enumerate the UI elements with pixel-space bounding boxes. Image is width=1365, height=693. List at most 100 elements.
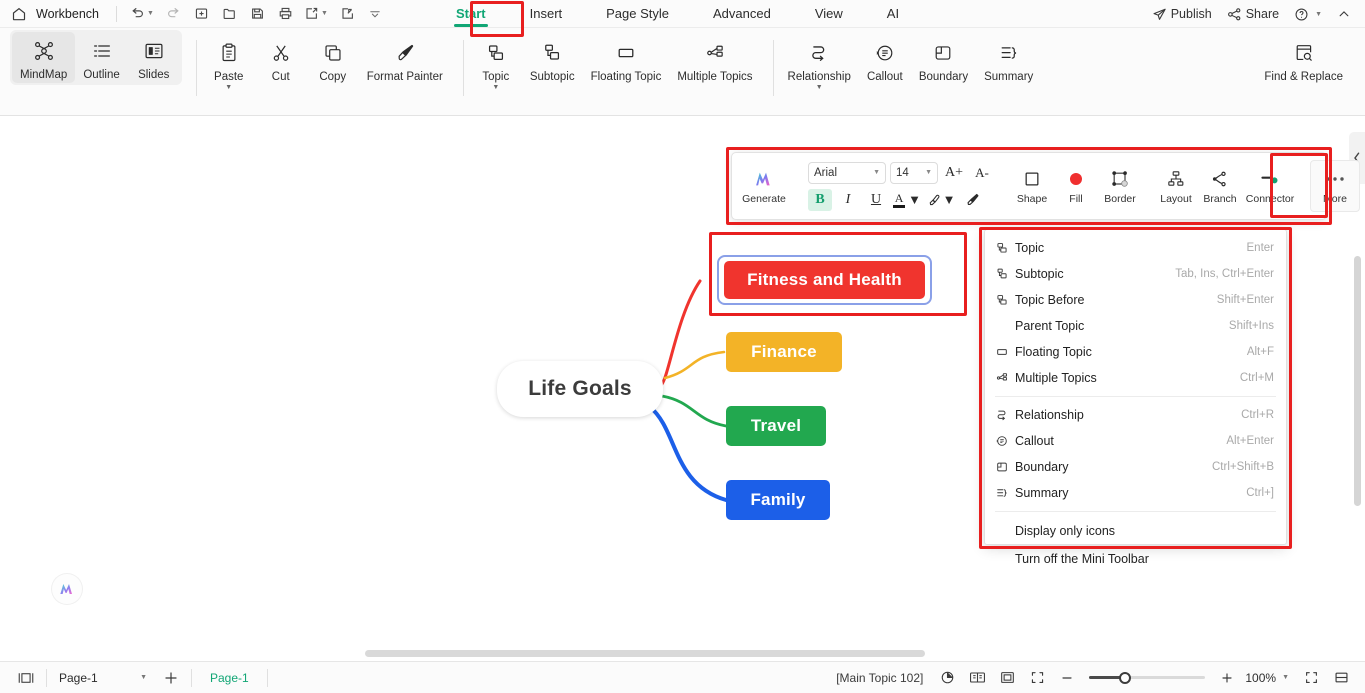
- tab-insert[interactable]: Insert: [508, 2, 585, 25]
- share-button[interactable]: Share: [1221, 4, 1285, 25]
- page-tab-page-1[interactable]: Page-1: [198, 671, 261, 685]
- help-button[interactable]: ▼: [1288, 4, 1328, 25]
- ribbon-boundary-button[interactable]: Boundary: [911, 34, 976, 85]
- customize-quick-access-button[interactable]: [362, 3, 388, 25]
- home-icon[interactable]: [10, 5, 28, 23]
- ribbon-copy-button[interactable]: Copy: [307, 34, 359, 85]
- fit-map-button[interactable]: [993, 666, 1021, 690]
- collapse-ribbon-button[interactable]: [1331, 4, 1357, 24]
- menu-item-label: Multiple Topics: [1015, 371, 1097, 385]
- book-view-button[interactable]: [963, 666, 991, 690]
- sidebar-toggle-button[interactable]: [12, 666, 40, 690]
- ribbon-multiple-topics-button[interactable]: Multiple Topics: [669, 34, 760, 85]
- chevron-down-icon[interactable]: ▼: [908, 192, 921, 207]
- border-button[interactable]: Border: [1098, 164, 1142, 208]
- publish-button[interactable]: Publish: [1146, 4, 1218, 25]
- zoom-percent-label[interactable]: 100%: [1245, 671, 1276, 685]
- highlight-color-button[interactable]: ▼: [926, 189, 956, 211]
- ribbon-mindmap-button[interactable]: MindMap: [12, 32, 76, 83]
- ribbon-floating-topic-button[interactable]: Floating Topic: [583, 34, 670, 85]
- ribbon-relationship-button[interactable]: Relationship ▼: [780, 34, 859, 93]
- shape-button[interactable]: Shape: [1010, 164, 1054, 208]
- tab-start[interactable]: Start: [434, 2, 508, 27]
- more-options-button[interactable]: More: [1310, 160, 1360, 212]
- find-group: Find & Replace: [1256, 28, 1365, 116]
- ribbon-paste-button[interactable]: Paste ▼: [203, 34, 255, 93]
- ribbon-format-painter-button[interactable]: Format Painter: [359, 34, 451, 85]
- ribbon-outline-button[interactable]: Outline: [75, 32, 127, 83]
- import-button[interactable]: [334, 3, 360, 25]
- ribbon-callout-button[interactable]: Callout: [859, 34, 911, 85]
- clear-format-button[interactable]: [960, 189, 984, 211]
- menu-item-display-only-icons[interactable]: Display only icons: [985, 517, 1286, 545]
- presentation-mode-button[interactable]: [1297, 666, 1325, 690]
- bold-button[interactable]: B: [808, 188, 832, 211]
- tab-view[interactable]: View: [793, 2, 865, 25]
- menu-item-shortcut: Shift+Ins: [1228, 320, 1274, 332]
- redo-button[interactable]: [160, 3, 186, 25]
- branch-button[interactable]: Branch: [1198, 164, 1242, 208]
- export-button[interactable]: ▼: [300, 3, 332, 25]
- menu-item-multiple-topics[interactable]: Multiple Topics Ctrl+M: [985, 365, 1286, 391]
- increase-font-size-button[interactable]: A+: [942, 162, 966, 184]
- menu-item-topic[interactable]: Topic Enter: [985, 235, 1286, 261]
- fill-button[interactable]: Fill: [1054, 164, 1098, 208]
- zoom-slider-handle[interactable]: [1119, 671, 1132, 684]
- page-selector-dropdown[interactable]: Page-1 ▼: [53, 666, 153, 690]
- split-view-button[interactable]: [1327, 666, 1355, 690]
- font-size-select[interactable]: 14 ▼: [890, 161, 938, 184]
- italic-button[interactable]: I: [836, 189, 860, 211]
- tab-advanced[interactable]: Advanced: [691, 2, 793, 25]
- font-color-button[interactable]: A ▼: [892, 189, 922, 211]
- decrease-font-size-button[interactable]: A-: [970, 162, 994, 184]
- chevron-down-icon[interactable]: ▼: [816, 84, 823, 91]
- mindmap-node-travel[interactable]: Travel: [726, 406, 826, 446]
- menu-item-turn-off-mini-toolbar[interactable]: Turn off the Mini Toolbar: [985, 545, 1286, 573]
- mindmap-node-fitness-and-health[interactable]: Fitness and Health: [724, 261, 925, 299]
- save-button[interactable]: [244, 3, 270, 25]
- ribbon-topic-button[interactable]: Topic ▼: [470, 34, 522, 93]
- zoom-out-button[interactable]: [1053, 666, 1081, 690]
- tab-page-style[interactable]: Page Style: [584, 2, 691, 25]
- new-file-button[interactable]: [188, 3, 214, 25]
- zoom-in-button[interactable]: [1213, 666, 1241, 690]
- fullscreen-fit-button[interactable]: [1023, 666, 1051, 690]
- canvas-horizontal-scrollbar[interactable]: [365, 650, 925, 657]
- menu-item-summary[interactable]: Summary Ctrl+]: [985, 480, 1286, 506]
- zoom-slider[interactable]: [1089, 671, 1206, 685]
- chevron-down-icon[interactable]: ▼: [492, 84, 499, 91]
- menu-item-relationship[interactable]: Relationship Ctrl+R: [985, 402, 1286, 428]
- print-button[interactable]: [272, 3, 298, 25]
- ribbon-subtopic-button[interactable]: Subtopic: [522, 34, 583, 85]
- ribbon-slides-button[interactable]: Slides: [128, 32, 180, 83]
- undo-button[interactable]: ▼: [126, 3, 158, 25]
- mindmap-node-family[interactable]: Family: [726, 480, 830, 520]
- menu-item-topic-before[interactable]: Topic Before Shift+Enter: [985, 287, 1286, 313]
- chevron-down-icon[interactable]: ▼: [1282, 674, 1289, 681]
- mini-generate-button[interactable]: Generate: [736, 164, 792, 208]
- chevron-down-icon[interactable]: ▼: [225, 84, 232, 91]
- chevron-down-icon[interactable]: ▼: [943, 192, 956, 207]
- mini-format-toolbar: Generate Arial ▼ 14 ▼ A+ A- B I U A ▼ ▼ …: [731, 152, 1360, 220]
- canvas-vertical-scrollbar[interactable]: [1354, 256, 1361, 506]
- mindmap-node-finance[interactable]: Finance: [726, 332, 842, 372]
- menu-item-callout[interactable]: Callout Alt+Enter: [985, 428, 1286, 454]
- underline-button[interactable]: U: [864, 189, 888, 211]
- font-family-select[interactable]: Arial ▼: [808, 161, 886, 184]
- chevron-down-icon: ▼: [140, 674, 147, 681]
- workbench-label[interactable]: Workbench: [36, 7, 99, 21]
- connector-button[interactable]: Connector: [1242, 164, 1298, 208]
- ribbon-cut-button[interactable]: Cut: [255, 34, 307, 85]
- tab-ai[interactable]: AI: [865, 2, 921, 25]
- add-page-button[interactable]: [157, 666, 185, 690]
- mouse-mode-button[interactable]: [933, 666, 961, 690]
- open-folder-button[interactable]: [216, 3, 242, 25]
- ribbon-find-replace-button[interactable]: Find & Replace: [1256, 34, 1351, 85]
- menu-item-boundary[interactable]: Boundary Ctrl+Shift+B: [985, 454, 1286, 480]
- ribbon-summary-button[interactable]: Summary: [976, 34, 1041, 85]
- menu-item-parent-topic[interactable]: Parent Topic Shift+Ins: [985, 313, 1286, 339]
- menu-item-floating-topic[interactable]: Floating Topic Alt+F: [985, 339, 1286, 365]
- layout-button[interactable]: Layout: [1154, 164, 1198, 208]
- menu-item-subtopic[interactable]: Subtopic Tab, Ins, Ctrl+Enter: [985, 261, 1286, 287]
- mindmap-root-node[interactable]: Life Goals: [497, 361, 663, 417]
